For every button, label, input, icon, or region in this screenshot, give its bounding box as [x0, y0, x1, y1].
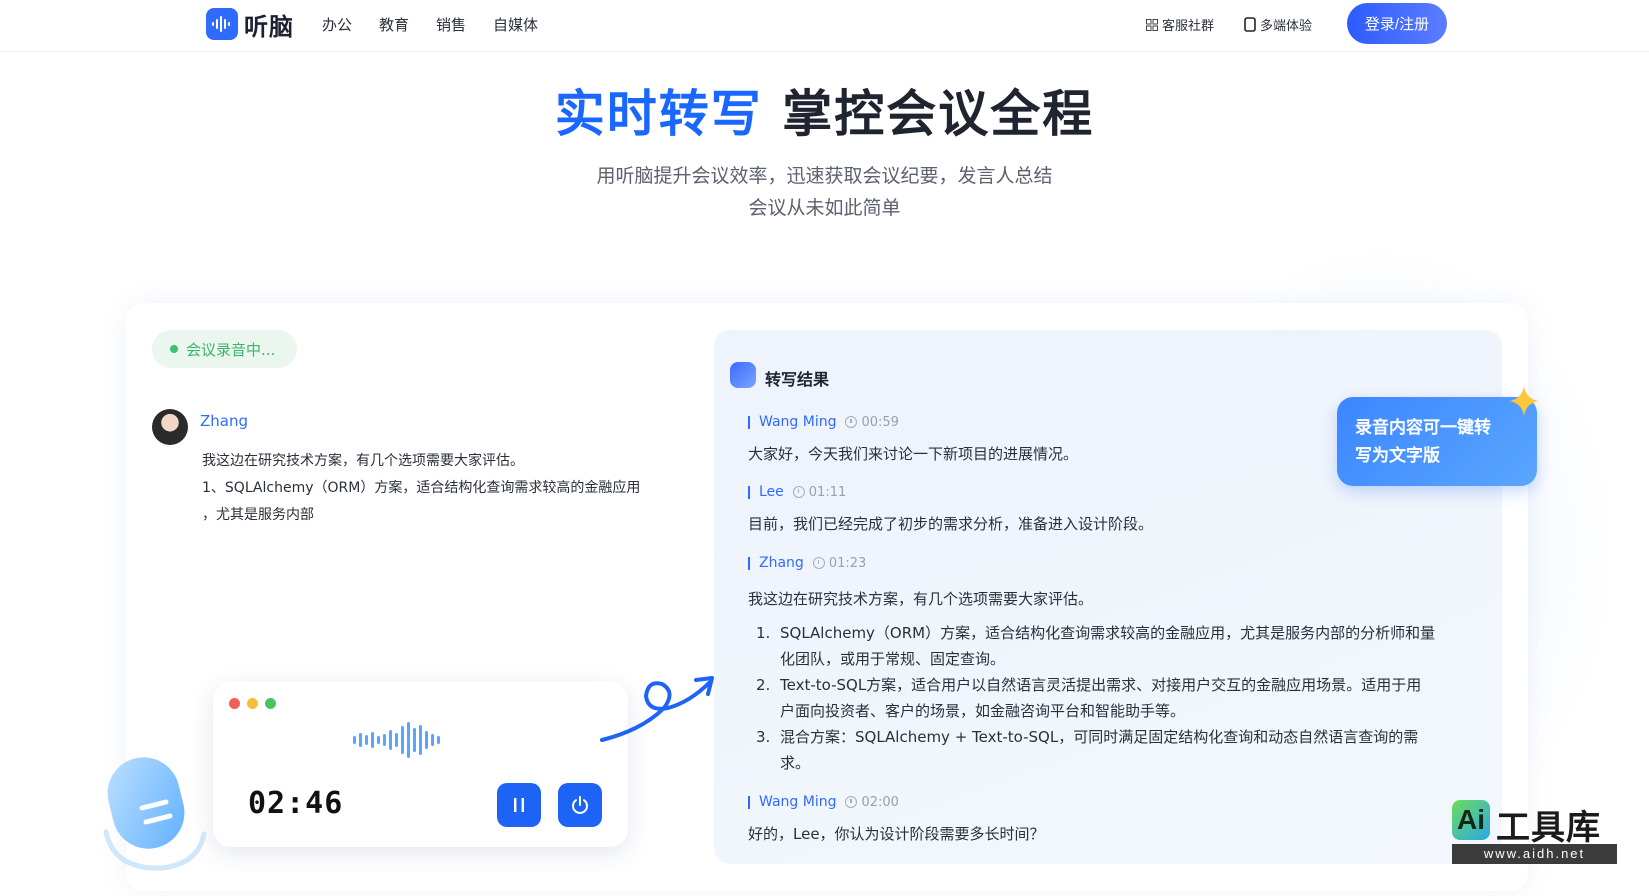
- entry-text: 我这边在研究技术方案，有几个选项需要大家评估。: [748, 590, 1094, 608]
- entry-time: 01:23: [812, 555, 867, 571]
- recorder-widget: 02:46: [213, 682, 628, 847]
- pause-button[interactable]: [497, 783, 541, 827]
- watermark-ai-badge: Ai: [1452, 800, 1490, 840]
- entry-time: 02:00: [845, 794, 899, 810]
- recording-status-label: 会议录音中...: [186, 340, 276, 359]
- watermark-url: www.aidh.net: [1452, 844, 1617, 864]
- entry-speaker: Zhang: [759, 555, 804, 571]
- list-line: 户面向投资者、客户的场景，如金融咨询平台和智能助手等。: [780, 702, 1186, 720]
- hero-title-highlight: 实时转写: [554, 85, 763, 143]
- recording-dot-icon: [170, 345, 178, 353]
- hero-subtitle: 用听脑提升会议效率，迅速获取会议纪要，发言人总结 会议从未如此简单: [0, 160, 1649, 224]
- watermark-logo: Ai 工具库 www.aidh.net: [1452, 800, 1621, 866]
- hero-subtitle-line2: 会议从未如此简单: [748, 197, 901, 219]
- clock-icon: [845, 416, 858, 428]
- live-transcript-line: 我这边在研究技术方案，有几个选项需要大家评估。: [202, 453, 524, 469]
- transcript-entry-header: Lee 01:11: [748, 484, 846, 500]
- stop-button[interactable]: [558, 783, 602, 827]
- entry-bar: [748, 485, 750, 499]
- clock-icon: [792, 486, 805, 498]
- callout-line: 写为文字版: [1355, 446, 1440, 466]
- hero-title-rest: 掌控会议全程: [782, 85, 1095, 143]
- green-dot-icon: [265, 698, 276, 709]
- page: 听脑 办公 教育 销售 自媒体 客服社群 多端体验 登录/注册 实时转写 掌控会…: [0, 0, 1649, 896]
- entry-text: 目前，我们已经完成了初步的需求分析，准备进入设计阶段。: [748, 515, 1154, 533]
- sound-wave-icon: [206, 8, 238, 40]
- entry-time-value: 00:59: [861, 414, 899, 430]
- entry-time-value: 01:11: [808, 484, 847, 500]
- transcript-entry-header: Wang Ming 00:59: [748, 414, 899, 430]
- sparkle-icon: [1509, 386, 1539, 416]
- login-register-button[interactable]: 登录/注册: [1347, 3, 1447, 44]
- window-dots: [229, 698, 276, 709]
- list-item: 3. 混合方案：SQLAlchemy + Text-to-SQL，可同时满足固定…: [756, 724, 1458, 776]
- pause-icon: [514, 798, 524, 812]
- transcript-entry-header: Wang Ming 02:00: [748, 794, 899, 810]
- community-link[interactable]: 客服社群: [1146, 15, 1214, 34]
- speaker-avatar: [152, 409, 188, 445]
- list-line: 化团队，或用于常规、固定查询。: [780, 650, 1006, 668]
- speaker-name: Zhang: [200, 412, 249, 430]
- multi-device-label: 多端体验: [1260, 19, 1313, 34]
- list-line: 求。: [780, 754, 811, 772]
- entry-bar: [748, 556, 750, 570]
- brand-name: 听脑: [244, 12, 294, 41]
- list-number: 3.: [756, 728, 771, 746]
- entry-bar: [748, 415, 750, 429]
- nav-item-education[interactable]: 教育: [379, 14, 409, 35]
- microphone-icon: [103, 757, 207, 871]
- hero-subtitle-line1: 用听脑提升会议效率，迅速获取会议纪要，发言人总结: [596, 165, 1053, 187]
- community-label: 客服社群: [1162, 19, 1215, 34]
- multi-device-link[interactable]: 多端体验: [1244, 15, 1312, 34]
- entry-text: 大家好，今天我们来讨论一下新项目的进展情况。: [748, 445, 1079, 463]
- live-transcript-text: 我这边在研究技术方案，有几个选项需要大家评估。 1、SQLAlchemy（ORM…: [202, 448, 692, 529]
- recording-timer: 02:46: [248, 786, 344, 821]
- list-item: 2. Text-to-SQL方案，适合用户以自然语言灵活提出需求、对接用户交互的…: [756, 672, 1458, 724]
- entry-time-value: 02:00: [861, 794, 899, 810]
- phone-icon: [1244, 17, 1256, 32]
- feature-callout: 录音内容可一键转 写为文字版: [1337, 397, 1537, 486]
- transcript-entry-header: Zhang 01:23: [748, 555, 866, 571]
- nav-item-sales[interactable]: 销售: [436, 14, 466, 35]
- main-nav: 办公 教育 销售 自媒体: [322, 14, 565, 35]
- audio-waveform-icon: [353, 722, 440, 758]
- list-number: 1.: [756, 624, 771, 642]
- entry-speaker: Wang Ming: [759, 414, 837, 430]
- watermark-title: 工具库: [1496, 808, 1601, 848]
- brand-logo[interactable]: 听脑: [206, 8, 294, 41]
- power-icon: [572, 796, 588, 814]
- list-number: 2.: [756, 676, 771, 694]
- clock-icon: [812, 557, 825, 569]
- live-transcript-line: ，尤其是服务内部: [202, 507, 314, 523]
- list-item: 1. SQLAlchemy（ORM）方案，适合结构化查询需求较高的金融应用，尤其…: [756, 620, 1458, 672]
- entry-speaker: Lee: [759, 484, 784, 500]
- transcript-logo-icon: [730, 362, 756, 388]
- list-line: Text-to-SQL方案，适合用户以自然语言灵活提出需求、对接用户交互的金融应…: [780, 676, 1422, 694]
- entry-time: 00:59: [845, 414, 899, 430]
- yellow-dot-icon: [247, 698, 258, 709]
- recording-status-badge: 会议录音中...: [152, 330, 297, 368]
- grid-icon: [1146, 18, 1158, 31]
- curved-arrow-icon: [600, 676, 714, 742]
- list-line: SQLAlchemy（ORM）方案，适合结构化查询需求较高的金融应用，尤其是服务…: [780, 624, 1436, 642]
- entry-time-value: 01:23: [828, 555, 867, 571]
- list-line: 混合方案：SQLAlchemy + Text-to-SQL，可同时满足固定结构化…: [780, 728, 1419, 746]
- solution-list: 1. SQLAlchemy（ORM）方案，适合结构化查询需求较高的金融应用，尤其…: [756, 620, 1458, 776]
- entry-text: 好的，Lee，你认为设计阶段需要多长时间？: [748, 825, 1045, 843]
- top-header: 听脑 办公 教育 销售 自媒体 客服社群 多端体验 登录/注册: [0, 0, 1649, 52]
- entry-time: 01:11: [792, 484, 847, 500]
- entry-speaker: Wang Ming: [759, 794, 837, 810]
- red-dot-icon: [229, 698, 240, 709]
- entry-bar: [748, 795, 750, 809]
- hero-title: 实时转写 掌控会议全程: [0, 74, 1649, 146]
- clock-icon: [845, 796, 858, 808]
- live-transcript-line: 1、SQLAlchemy（ORM）方案，适合结构化查询需求较高的金融应用: [202, 480, 641, 496]
- callout-line: 录音内容可一键转: [1355, 418, 1491, 438]
- nav-item-self-media[interactable]: 自媒体: [493, 14, 538, 35]
- transcript-panel-title: 转写结果: [765, 370, 830, 389]
- nav-item-office[interactable]: 办公: [322, 14, 352, 35]
